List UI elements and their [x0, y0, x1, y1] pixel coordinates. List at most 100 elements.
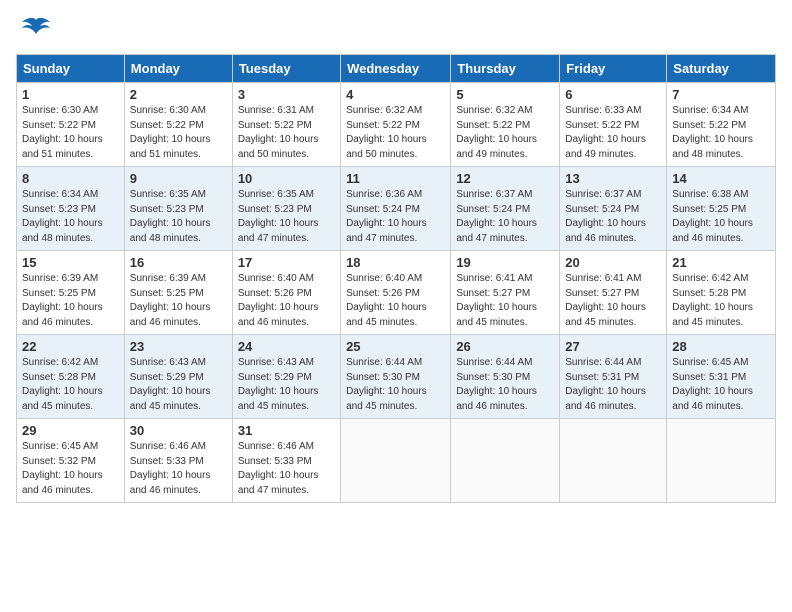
- day-number: 18: [346, 255, 445, 270]
- day-info: Sunrise: 6:30 AMSunset: 5:22 PMDaylight:…: [130, 104, 227, 162]
- day-info: Sunrise: 6:45 AMSunset: 5:32 PMDaylight:…: [22, 440, 119, 498]
- calendar-cell: 6 Sunrise: 6:33 AMSunset: 5:22 PMDayligh…: [560, 83, 667, 167]
- day-info: Sunrise: 6:33 AMSunset: 5:22 PMDaylight:…: [565, 104, 661, 162]
- day-number: 16: [130, 255, 227, 270]
- day-number: 5: [456, 87, 554, 102]
- calendar-cell: 12 Sunrise: 6:37 AMSunset: 5:24 PMDaylig…: [451, 167, 560, 251]
- calendar-cell: 3 Sunrise: 6:31 AMSunset: 5:22 PMDayligh…: [232, 83, 340, 167]
- weekday-header-saturday: Saturday: [667, 55, 776, 83]
- calendar-cell: 10 Sunrise: 6:35 AMSunset: 5:23 PMDaylig…: [232, 167, 340, 251]
- calendar-cell: 19 Sunrise: 6:41 AMSunset: 5:27 PMDaylig…: [451, 251, 560, 335]
- calendar-cell: 18 Sunrise: 6:40 AMSunset: 5:26 PMDaylig…: [341, 251, 451, 335]
- day-number: 27: [565, 339, 661, 354]
- calendar-cell: 25 Sunrise: 6:44 AMSunset: 5:30 PMDaylig…: [341, 335, 451, 419]
- day-info: Sunrise: 6:41 AMSunset: 5:27 PMDaylight:…: [565, 272, 661, 330]
- day-number: 6: [565, 87, 661, 102]
- day-number: 4: [346, 87, 445, 102]
- calendar-cell: 11 Sunrise: 6:36 AMSunset: 5:24 PMDaylig…: [341, 167, 451, 251]
- day-number: 26: [456, 339, 554, 354]
- weekday-header-sunday: Sunday: [17, 55, 125, 83]
- weekday-header-row: SundayMondayTuesdayWednesdayThursdayFrid…: [17, 55, 776, 83]
- day-number: 10: [238, 171, 335, 186]
- day-number: 13: [565, 171, 661, 186]
- calendar-cell: 8 Sunrise: 6:34 AMSunset: 5:23 PMDayligh…: [17, 167, 125, 251]
- day-info: Sunrise: 6:39 AMSunset: 5:25 PMDaylight:…: [130, 272, 227, 330]
- day-info: Sunrise: 6:44 AMSunset: 5:30 PMDaylight:…: [456, 356, 554, 414]
- day-info: Sunrise: 6:31 AMSunset: 5:22 PMDaylight:…: [238, 104, 335, 162]
- day-number: 3: [238, 87, 335, 102]
- day-number: 30: [130, 423, 227, 438]
- day-number: 11: [346, 171, 445, 186]
- day-info: Sunrise: 6:32 AMSunset: 5:22 PMDaylight:…: [456, 104, 554, 162]
- day-info: Sunrise: 6:43 AMSunset: 5:29 PMDaylight:…: [238, 356, 335, 414]
- calendar-cell: 14 Sunrise: 6:38 AMSunset: 5:25 PMDaylig…: [667, 167, 776, 251]
- calendar-cell: [667, 419, 776, 503]
- day-number: 28: [672, 339, 770, 354]
- day-info: Sunrise: 6:39 AMSunset: 5:25 PMDaylight:…: [22, 272, 119, 330]
- calendar-cell: 15 Sunrise: 6:39 AMSunset: 5:25 PMDaylig…: [17, 251, 125, 335]
- day-number: 25: [346, 339, 445, 354]
- day-info: Sunrise: 6:35 AMSunset: 5:23 PMDaylight:…: [130, 188, 227, 246]
- day-info: Sunrise: 6:44 AMSunset: 5:30 PMDaylight:…: [346, 356, 445, 414]
- day-number: 7: [672, 87, 770, 102]
- header: [16, 16, 776, 44]
- weekday-header-monday: Monday: [124, 55, 232, 83]
- calendar-cell: 4 Sunrise: 6:32 AMSunset: 5:22 PMDayligh…: [341, 83, 451, 167]
- logo: [16, 16, 52, 44]
- week-row-1: 1 Sunrise: 6:30 AMSunset: 5:22 PMDayligh…: [17, 83, 776, 167]
- weekday-header-friday: Friday: [560, 55, 667, 83]
- calendar-cell: 22 Sunrise: 6:42 AMSunset: 5:28 PMDaylig…: [17, 335, 125, 419]
- week-row-2: 8 Sunrise: 6:34 AMSunset: 5:23 PMDayligh…: [17, 167, 776, 251]
- weekday-header-thursday: Thursday: [451, 55, 560, 83]
- calendar-cell: 31 Sunrise: 6:46 AMSunset: 5:33 PMDaylig…: [232, 419, 340, 503]
- calendar-cell: [451, 419, 560, 503]
- day-info: Sunrise: 6:40 AMSunset: 5:26 PMDaylight:…: [238, 272, 335, 330]
- calendar-cell: 26 Sunrise: 6:44 AMSunset: 5:30 PMDaylig…: [451, 335, 560, 419]
- page-container: SundayMondayTuesdayWednesdayThursdayFrid…: [16, 16, 776, 503]
- day-info: Sunrise: 6:46 AMSunset: 5:33 PMDaylight:…: [238, 440, 335, 498]
- calendar-cell: [341, 419, 451, 503]
- day-info: Sunrise: 6:32 AMSunset: 5:22 PMDaylight:…: [346, 104, 445, 162]
- day-info: Sunrise: 6:34 AMSunset: 5:22 PMDaylight:…: [672, 104, 770, 162]
- calendar-table: SundayMondayTuesdayWednesdayThursdayFrid…: [16, 54, 776, 503]
- weekday-header-wednesday: Wednesday: [341, 55, 451, 83]
- calendar-cell: 21 Sunrise: 6:42 AMSunset: 5:28 PMDaylig…: [667, 251, 776, 335]
- day-info: Sunrise: 6:37 AMSunset: 5:24 PMDaylight:…: [565, 188, 661, 246]
- day-info: Sunrise: 6:42 AMSunset: 5:28 PMDaylight:…: [672, 272, 770, 330]
- day-number: 12: [456, 171, 554, 186]
- day-number: 31: [238, 423, 335, 438]
- calendar-cell: 30 Sunrise: 6:46 AMSunset: 5:33 PMDaylig…: [124, 419, 232, 503]
- day-info: Sunrise: 6:45 AMSunset: 5:31 PMDaylight:…: [672, 356, 770, 414]
- day-number: 22: [22, 339, 119, 354]
- day-number: 20: [565, 255, 661, 270]
- day-number: 14: [672, 171, 770, 186]
- calendar-cell: 1 Sunrise: 6:30 AMSunset: 5:22 PMDayligh…: [17, 83, 125, 167]
- calendar-cell: 13 Sunrise: 6:37 AMSunset: 5:24 PMDaylig…: [560, 167, 667, 251]
- weekday-header-tuesday: Tuesday: [232, 55, 340, 83]
- day-info: Sunrise: 6:34 AMSunset: 5:23 PMDaylight:…: [22, 188, 119, 246]
- day-number: 24: [238, 339, 335, 354]
- calendar-cell: 20 Sunrise: 6:41 AMSunset: 5:27 PMDaylig…: [560, 251, 667, 335]
- day-number: 1: [22, 87, 119, 102]
- calendar-cell: 23 Sunrise: 6:43 AMSunset: 5:29 PMDaylig…: [124, 335, 232, 419]
- day-info: Sunrise: 6:42 AMSunset: 5:28 PMDaylight:…: [22, 356, 119, 414]
- day-info: Sunrise: 6:41 AMSunset: 5:27 PMDaylight:…: [456, 272, 554, 330]
- day-info: Sunrise: 6:35 AMSunset: 5:23 PMDaylight:…: [238, 188, 335, 246]
- day-number: 21: [672, 255, 770, 270]
- week-row-3: 15 Sunrise: 6:39 AMSunset: 5:25 PMDaylig…: [17, 251, 776, 335]
- calendar-cell: 29 Sunrise: 6:45 AMSunset: 5:32 PMDaylig…: [17, 419, 125, 503]
- calendar-cell: [560, 419, 667, 503]
- calendar-cell: 2 Sunrise: 6:30 AMSunset: 5:22 PMDayligh…: [124, 83, 232, 167]
- day-number: 2: [130, 87, 227, 102]
- day-info: Sunrise: 6:36 AMSunset: 5:24 PMDaylight:…: [346, 188, 445, 246]
- week-row-5: 29 Sunrise: 6:45 AMSunset: 5:32 PMDaylig…: [17, 419, 776, 503]
- calendar-cell: 28 Sunrise: 6:45 AMSunset: 5:31 PMDaylig…: [667, 335, 776, 419]
- day-number: 19: [456, 255, 554, 270]
- day-info: Sunrise: 6:46 AMSunset: 5:33 PMDaylight:…: [130, 440, 227, 498]
- day-info: Sunrise: 6:43 AMSunset: 5:29 PMDaylight:…: [130, 356, 227, 414]
- week-row-4: 22 Sunrise: 6:42 AMSunset: 5:28 PMDaylig…: [17, 335, 776, 419]
- day-info: Sunrise: 6:37 AMSunset: 5:24 PMDaylight:…: [456, 188, 554, 246]
- calendar-cell: 27 Sunrise: 6:44 AMSunset: 5:31 PMDaylig…: [560, 335, 667, 419]
- day-number: 15: [22, 255, 119, 270]
- calendar-cell: 7 Sunrise: 6:34 AMSunset: 5:22 PMDayligh…: [667, 83, 776, 167]
